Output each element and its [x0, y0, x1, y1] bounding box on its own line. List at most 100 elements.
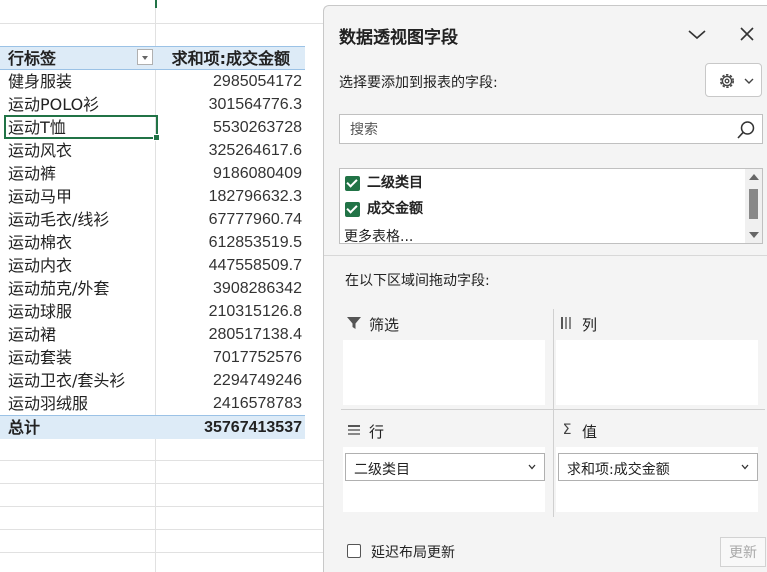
values-drop-area[interactable]: 求和项:成交金额 [556, 447, 758, 512]
row-label: 运动羽绒服 [8, 394, 89, 413]
table-row[interactable]: 健身服装 2985054172 [0, 70, 305, 93]
pivot-fields-pane: 数据透视图字段 选择要添加到报表的字段: 二级类目 成交金额 [323, 5, 767, 572]
close-icon[interactable] [738, 25, 756, 43]
table-row[interactable]: 运动棉衣 612853519.5 [0, 231, 305, 254]
rows-zone-header: 行 [341, 416, 555, 446]
pane-divider [324, 255, 767, 256]
sigma-icon: Σ [562, 422, 572, 438]
field-list-scrollbar[interactable] [745, 169, 762, 243]
row-label: 运动套装 [8, 348, 73, 367]
grid-line [0, 483, 325, 484]
columns-zone-header: 列 [554, 309, 767, 339]
table-row[interactable]: 运动马甲 182796632.3 [0, 185, 305, 208]
scroll-up-arrow[interactable] [749, 174, 759, 180]
row-label: 运动茄克/外套 [8, 279, 110, 298]
row-value: 325264617.6 [208, 142, 302, 159]
search-input[interactable] [348, 119, 722, 141]
pivot-total-row[interactable]: 总计 35767413537 [0, 415, 305, 439]
search-icon[interactable] [736, 120, 756, 140]
filter-zone-title: 筛选 [369, 316, 400, 334]
grid-line [0, 552, 325, 553]
columns-zone-title: 列 [582, 316, 598, 334]
chevron-down-icon [744, 78, 754, 84]
rows-icon [348, 425, 360, 435]
row-value: 9186080409 [213, 165, 302, 182]
value-field-header[interactable]: 求和项:成交金额 [172, 47, 290, 70]
row-label: 运动球服 [8, 302, 73, 321]
row-value: 210315126.8 [208, 303, 302, 320]
table-row[interactable]: 运动裙 280517138.4 [0, 323, 305, 346]
values-zone-header: Σ 值 [554, 416, 767, 446]
table-row[interactable]: 运动套装 7017752576 [0, 346, 305, 369]
table-row[interactable]: 运动内衣 447558509.7 [0, 254, 305, 277]
values-field-dropdown[interactable]: 求和项:成交金额 [558, 453, 758, 481]
field-list: 二级类目 成交金额 更多表格... [339, 168, 763, 246]
row-label: 运动裤 [8, 164, 57, 183]
row-labels-header[interactable]: 行标签 [8, 47, 56, 70]
row-value: 2416578783 [213, 395, 302, 412]
grid-line [0, 23, 325, 24]
columns-drop-area[interactable] [556, 340, 758, 405]
rows-field-dropdown[interactable]: 二级类目 [345, 453, 545, 481]
field-checkbox[interactable] [345, 176, 360, 191]
row-value: 7017752576 [213, 349, 302, 366]
table-row[interactable]: 运动裤 9186080409 [0, 162, 305, 185]
field-label: 成交金额 [367, 201, 423, 217]
field-search-box [339, 114, 763, 144]
defer-checkbox[interactable] [347, 544, 361, 558]
pivot-header-row: 行标签 求和项:成交金额 [0, 46, 305, 70]
active-cell-selection[interactable] [4, 115, 160, 141]
choose-fields-label: 选择要添加到报表的字段: [339, 75, 498, 91]
values-zone[interactable]: Σ 值 求和项:成交金额 [554, 416, 767, 516]
table-row[interactable]: 运动卫衣/套头衫 2294749246 [0, 369, 305, 392]
values-field-label: 求和项:成交金额 [567, 462, 670, 478]
values-zone-title: 值 [582, 423, 598, 441]
rows-zone[interactable]: 行 二级类目 [341, 416, 555, 516]
row-label: 运动风衣 [8, 141, 73, 160]
row-label: 运动棉衣 [8, 233, 73, 252]
grid-line [0, 460, 325, 461]
filter-zone-header: 筛选 [341, 309, 555, 339]
row-value: 612853519.5 [208, 234, 302, 251]
more-tables-link[interactable]: 更多表格... [344, 226, 413, 246]
spreadsheet-area: 行标签 求和项:成交金额 健身服装 2985054172 运动POLO衫 301564… [0, 0, 325, 572]
columns-icon [561, 317, 571, 329]
column-selection-marker [155, 0, 157, 8]
table-row[interactable]: 运动羽绒服 2416578783 [0, 392, 305, 415]
grid-line [0, 529, 325, 530]
total-value: 35767413537 [204, 419, 302, 436]
row-value: 301564776.3 [208, 96, 302, 113]
table-row[interactable]: 运动球服 210315126.8 [0, 300, 305, 323]
scroll-thumb[interactable] [749, 189, 758, 219]
table-row[interactable]: 运动毛衣/线衫 67777960.74 [0, 208, 305, 231]
field-checkbox[interactable] [345, 202, 360, 217]
filter-zone[interactable]: 筛选 [341, 309, 555, 405]
rows-field-label: 二级类目 [354, 462, 410, 478]
pivot-table: 行标签 求和项:成交金额 健身服装 2985054172 运动POLO衫 301564… [0, 46, 305, 439]
table-row[interactable]: 运动POLO衫 301564776.3 [0, 93, 305, 116]
row-label: 健身服装 [8, 72, 73, 91]
row-label: 运动POLO衫 [8, 95, 100, 114]
gear-icon [720, 74, 734, 88]
row-value: 2985054172 [213, 73, 302, 90]
columns-zone[interactable]: 列 [554, 309, 767, 405]
row-filter-dropdown-button[interactable] [137, 49, 153, 65]
table-row[interactable]: 运动茄克/外套 3908286342 [0, 277, 305, 300]
drag-fields-label: 在以下区域间拖动字段: [345, 273, 490, 289]
total-label: 总计 [8, 418, 41, 437]
tools-button[interactable] [705, 63, 762, 97]
row-label: 运动内衣 [8, 256, 73, 275]
table-row[interactable]: 运动风衣 325264617.6 [0, 139, 305, 162]
row-label: 运动毛衣/线衫 [8, 210, 110, 229]
row-value: 67777960.74 [208, 211, 302, 228]
update-button[interactable]: 更新 [720, 537, 766, 567]
scroll-down-arrow[interactable] [749, 232, 759, 238]
row-label: 运动马甲 [8, 187, 73, 206]
defer-label: 延迟布局更新 [371, 545, 455, 561]
row-value: 447558509.7 [208, 257, 302, 274]
filter-drop-area[interactable] [343, 340, 545, 405]
rows-drop-area[interactable]: 二级类目 [343, 447, 545, 512]
row-label: 运动卫衣/套头衫 [8, 371, 126, 390]
chevron-down-icon[interactable] [686, 25, 708, 43]
row-value: 3908286342 [213, 280, 302, 297]
